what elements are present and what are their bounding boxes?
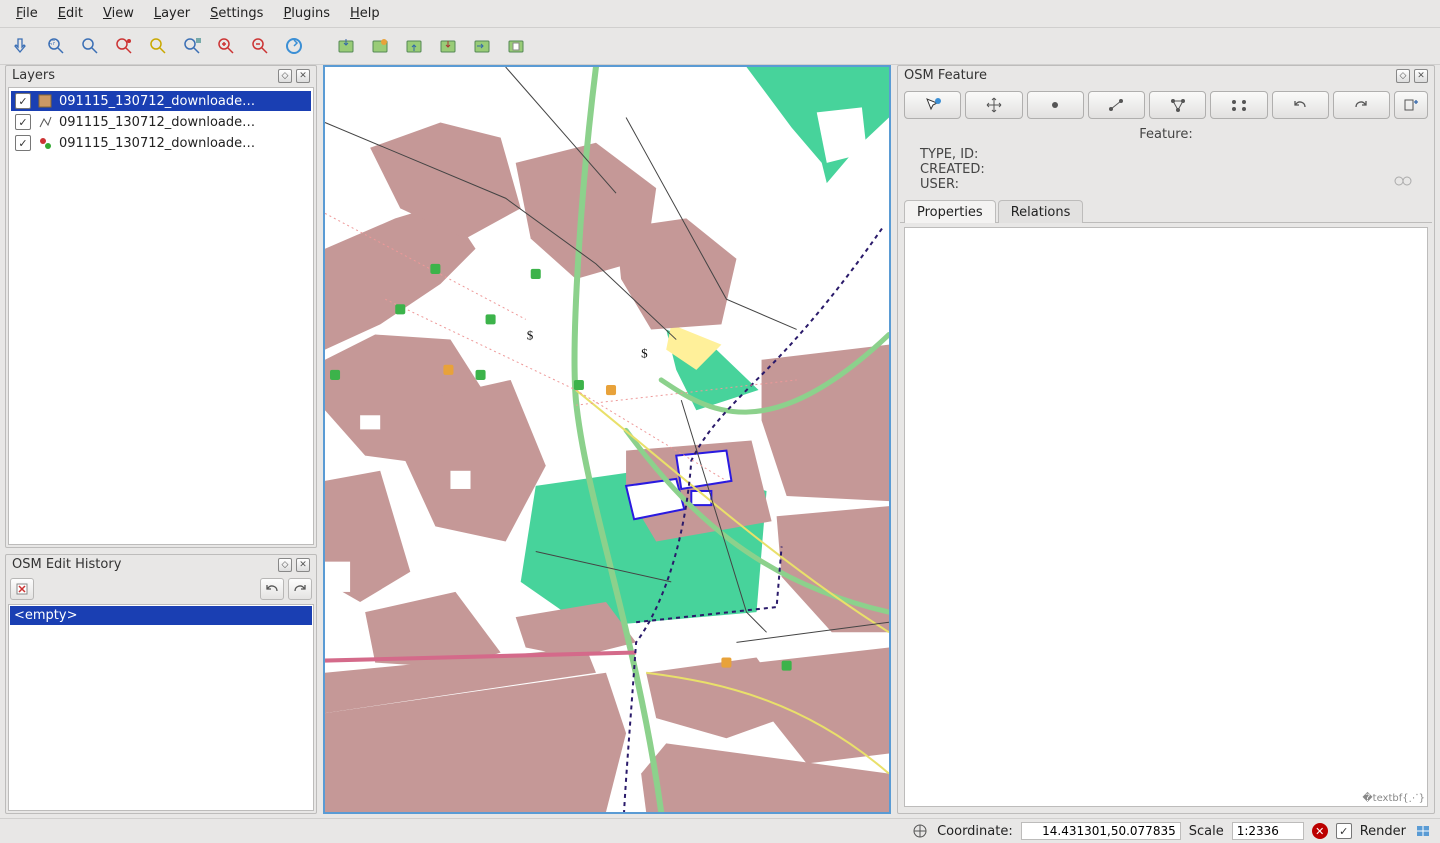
- edit-history-panel: OSM Edit History ◇ ✕ <empty>: [5, 554, 317, 814]
- layer-checkbox[interactable]: ✓: [15, 114, 31, 130]
- tab-relations[interactable]: Relations: [998, 200, 1084, 223]
- zoom-selection-tool[interactable]: [110, 32, 138, 60]
- edit-history-list: <empty>: [8, 604, 314, 811]
- feature-info: TYPE, ID: CREATED: USER:: [900, 146, 1432, 197]
- coordinate-input[interactable]: [1021, 822, 1181, 840]
- undo-button[interactable]: [260, 578, 284, 600]
- restore-icon[interactable]: ◇: [1396, 69, 1410, 83]
- layer-row[interactable]: ✓ 091115_130712_downloade…: [11, 112, 311, 132]
- zoom-tool[interactable]: [76, 32, 104, 60]
- edit-history-toolbar: [8, 576, 314, 602]
- resize-grip-icon[interactable]: �textbf{⋰}: [1362, 793, 1425, 804]
- feature-user-label: USER:: [920, 178, 1394, 193]
- menu-layer[interactable]: Layer: [144, 2, 200, 25]
- left-column: Layers ◇ ✕ ✓ 091115_130712_downloade… ✓ …: [5, 65, 317, 814]
- map-canvas[interactable]: $ $: [323, 65, 891, 814]
- line-layer-icon: [37, 114, 53, 130]
- osm-save-tool[interactable]: [502, 32, 530, 60]
- clear-history-button[interactable]: [10, 578, 34, 600]
- map-marker-dollar: $: [527, 328, 534, 343]
- zoom-full-tool[interactable]: [144, 32, 172, 60]
- osm-import-tool[interactable]: [468, 32, 496, 60]
- osm-feature-title: OSM Feature: [904, 68, 1392, 83]
- move-button[interactable]: [965, 91, 1022, 119]
- feature-type-id-label: TYPE, ID:: [920, 148, 1394, 163]
- coordinate-label: Coordinate:: [937, 824, 1013, 839]
- zoom-area-tool[interactable]: [42, 32, 70, 60]
- osm-feature-panel: OSM Feature ◇ ✕ Feature:: [897, 65, 1435, 814]
- restore-icon[interactable]: ◇: [278, 69, 292, 83]
- redo-button[interactable]: [288, 578, 312, 600]
- right-column: OSM Feature ◇ ✕ Feature:: [897, 65, 1435, 814]
- feature-redo-button[interactable]: [1333, 91, 1390, 119]
- stop-render-icon[interactable]: ✕: [1312, 823, 1328, 839]
- feature-tabs: Properties Relations: [900, 199, 1432, 223]
- osm-upload-tool[interactable]: [434, 32, 462, 60]
- crs-icon[interactable]: [911, 822, 929, 840]
- osm-feature-tool[interactable]: [366, 32, 394, 60]
- identify-button[interactable]: [904, 91, 961, 119]
- feature-toolbar: [900, 87, 1432, 123]
- osm-load-tool[interactable]: [332, 32, 360, 60]
- history-item-empty[interactable]: <empty>: [10, 606, 312, 625]
- menu-plugins[interactable]: Plugins: [273, 2, 340, 25]
- layer-checkbox[interactable]: ✓: [15, 135, 31, 151]
- restore-icon[interactable]: ◇: [278, 558, 292, 572]
- edit-history-header[interactable]: OSM Edit History ◇ ✕: [6, 555, 316, 574]
- close-icon[interactable]: ✕: [296, 558, 310, 572]
- properties-tab-content: �textbf{⋰}: [904, 227, 1428, 807]
- menu-view[interactable]: View: [93, 2, 144, 25]
- close-icon[interactable]: ✕: [296, 69, 310, 83]
- menu-file[interactable]: File: [6, 2, 48, 25]
- layers-list: ✓ 091115_130712_downloade… ✓ 091115_1307…: [8, 87, 314, 545]
- refresh-tool[interactable]: [280, 32, 308, 60]
- zoom-in-tool[interactable]: [212, 32, 240, 60]
- layers-panel-title: Layers: [12, 68, 274, 83]
- point-layer-icon: [37, 135, 53, 151]
- edit-history-title: OSM Edit History: [12, 557, 274, 572]
- feature-undo-button[interactable]: [1272, 91, 1329, 119]
- polygon-layer-icon: [37, 93, 53, 109]
- close-icon[interactable]: ✕: [1414, 69, 1428, 83]
- pan-tool[interactable]: [8, 32, 36, 60]
- layer-checkbox[interactable]: ✓: [15, 93, 31, 109]
- layer-label: 091115_130712_downloade…: [59, 115, 255, 130]
- layer-row[interactable]: ✓ 091115_130712_downloade…: [11, 91, 311, 111]
- osm-feature-header[interactable]: OSM Feature ◇ ✕: [898, 66, 1434, 85]
- layer-row[interactable]: ✓ 091115_130712_downloade…: [11, 133, 311, 153]
- user-link-icon[interactable]: [1394, 174, 1412, 193]
- scale-input[interactable]: [1232, 822, 1304, 840]
- layers-panel: Layers ◇ ✕ ✓ 091115_130712_downloade… ✓ …: [5, 65, 317, 548]
- map-marker-dollar: $: [641, 346, 648, 361]
- scale-label: Scale: [1189, 824, 1224, 839]
- zoom-layer-tool[interactable]: [178, 32, 206, 60]
- layers-panel-header[interactable]: Layers ◇ ✕: [6, 66, 316, 85]
- main-toolbar: [0, 28, 1440, 65]
- feature-created-label: CREATED:: [920, 163, 1394, 178]
- projection-icon[interactable]: [1414, 822, 1432, 840]
- render-checkbox[interactable]: ✓: [1336, 823, 1352, 839]
- menu-edit[interactable]: Edit: [48, 2, 93, 25]
- tab-properties[interactable]: Properties: [904, 200, 996, 223]
- create-relation-button[interactable]: [1210, 91, 1267, 119]
- layer-label: 091115_130712_downloade…: [59, 94, 255, 109]
- osm-download-tool[interactable]: [400, 32, 428, 60]
- feature-heading: Feature:: [900, 123, 1432, 146]
- render-label: Render: [1360, 824, 1406, 839]
- zoom-out-tool[interactable]: [246, 32, 274, 60]
- menu-settings[interactable]: Settings: [200, 2, 273, 25]
- menubar: File Edit View Layer Settings Plugins He…: [0, 0, 1440, 28]
- layer-label: 091115_130712_downloade…: [59, 136, 255, 151]
- create-polygon-button[interactable]: [1149, 91, 1206, 119]
- main-area: Layers ◇ ✕ ✓ 091115_130712_downloade… ✓ …: [0, 65, 1440, 818]
- create-line-button[interactable]: [1088, 91, 1145, 119]
- map-svg: $ $: [325, 67, 889, 812]
- create-point-button[interactable]: [1027, 91, 1084, 119]
- feature-remove-button[interactable]: [1394, 91, 1428, 119]
- menu-help[interactable]: Help: [340, 2, 390, 25]
- status-bar: Coordinate: Scale ✕ ✓ Render: [0, 818, 1440, 843]
